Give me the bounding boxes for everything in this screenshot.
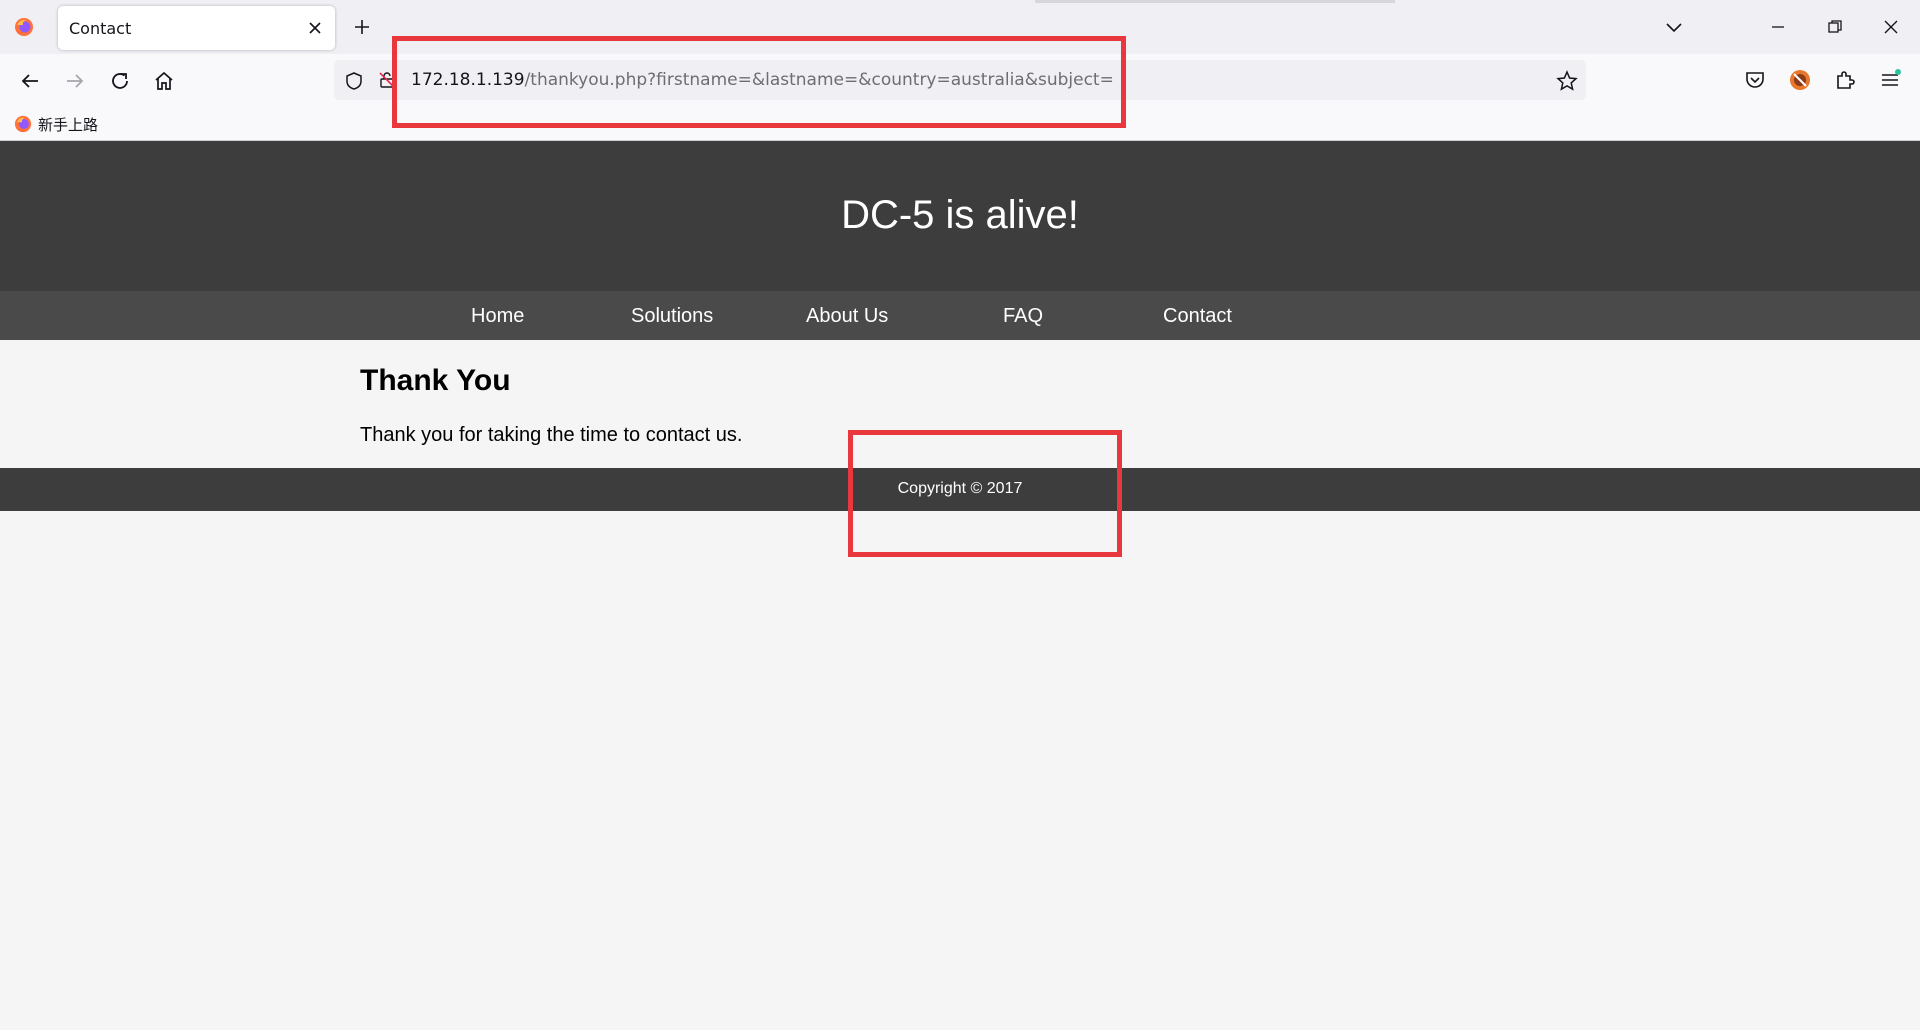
addon-blocker-icon[interactable] — [1788, 68, 1812, 92]
extensions-puzzle-icon[interactable] — [1833, 68, 1857, 92]
nav-link-contact[interactable]: Contact — [1163, 305, 1232, 328]
restore-icon[interactable] — [1825, 17, 1845, 37]
tab-title: Contact — [69, 19, 132, 38]
address-bar[interactable]: 172.18.1.139/thankyou.php?firstname=&las… — [334, 60, 1586, 100]
tab-drag-indicator — [1035, 0, 1395, 3]
back-arrow-icon[interactable] — [18, 69, 42, 93]
copyright-text: Copyright © 2017 — [897, 480, 1023, 497]
url-host: 172.18.1.139 — [411, 70, 525, 90]
minimize-icon[interactable] — [1768, 17, 1788, 37]
thank-you-message: Thank you for taking the time to contact… — [360, 424, 743, 446]
bookmarks-toolbar: 新手上路 — [0, 107, 1920, 141]
hamburger-menu-icon[interactable] — [1878, 68, 1902, 92]
pocket-icon[interactable] — [1743, 68, 1767, 92]
url-path: /thankyou.php?firstname=&lastname=&count… — [524, 70, 1114, 90]
site-footer: Copyright © 2017 — [0, 468, 1920, 511]
site-header: DC-5 is alive! — [0, 141, 1920, 291]
nav-link-solutions[interactable]: Solutions — [631, 305, 713, 328]
nav-link-home[interactable]: Home — [471, 305, 524, 328]
nav-link-about-us[interactable]: About Us — [806, 305, 888, 328]
site-title: DC-5 is alive! — [841, 193, 1079, 237]
bookmark-getting-started[interactable]: 新手上路 — [14, 114, 98, 134]
nav-link-faq[interactable]: FAQ — [1003, 305, 1043, 328]
bookmark-label: 新手上路 — [38, 115, 99, 134]
web-page: DC-5 is alive! Home Solutions About Us F… — [0, 141, 1920, 1030]
close-tab-icon[interactable] — [307, 20, 323, 36]
browser-chrome: Contact 172.18.1.139/thankyou.php?firstn… — [0, 0, 1920, 141]
new-tab-plus-icon[interactable] — [352, 17, 372, 37]
forward-arrow-icon[interactable] — [63, 69, 87, 93]
tab-strip: Contact — [0, 0, 1920, 54]
bookmark-star-icon[interactable] — [1556, 70, 1578, 92]
url-text[interactable]: 172.18.1.139/thankyou.php?firstname=&las… — [411, 70, 1114, 90]
insecure-lock-icon[interactable] — [378, 71, 396, 89]
firefox-logo-icon[interactable] — [14, 17, 34, 37]
reload-icon[interactable] — [108, 69, 132, 93]
tab-contact[interactable]: Contact — [58, 6, 335, 50]
shield-icon[interactable] — [344, 71, 364, 91]
page-heading: Thank You — [360, 364, 511, 397]
window-close-icon[interactable] — [1881, 17, 1901, 37]
home-icon[interactable] — [152, 69, 176, 93]
firefox-bookmark-icon — [14, 115, 32, 133]
site-nav: Home Solutions About Us FAQ Contact — [0, 291, 1920, 340]
navigation-toolbar: 172.18.1.139/thankyou.php?firstname=&las… — [0, 54, 1920, 107]
chevron-down-icon[interactable] — [1664, 17, 1684, 37]
